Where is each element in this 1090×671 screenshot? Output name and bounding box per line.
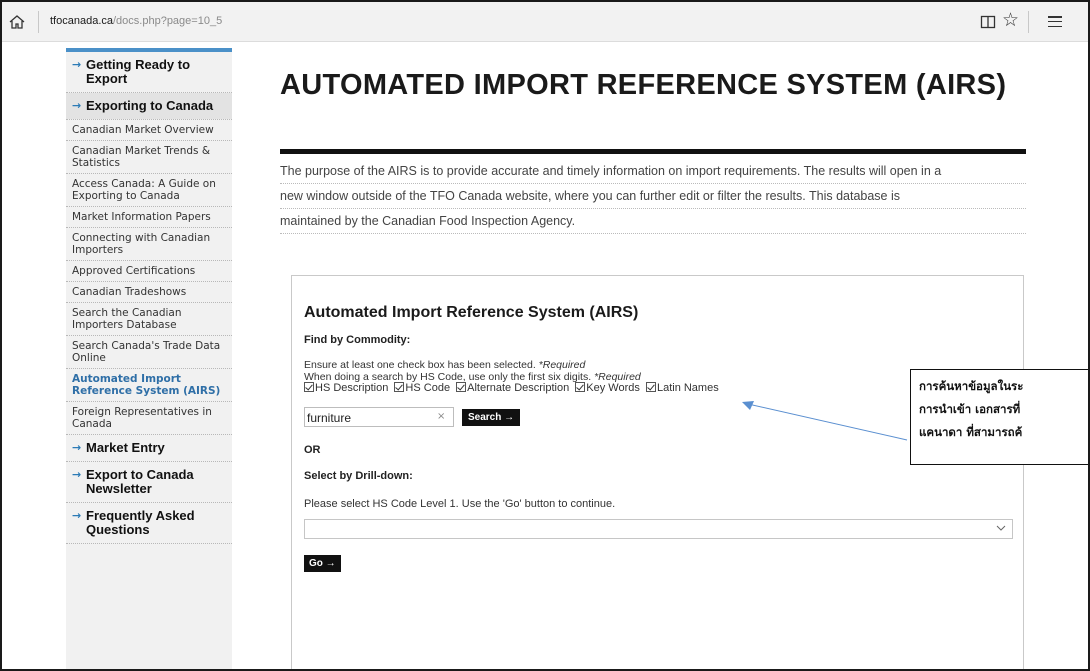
arrow-right-icon: → (72, 441, 82, 454)
drill-down-label: Select by Drill-down: (304, 470, 413, 482)
checkbox-label: Alternate Description (467, 382, 570, 394)
callout-line: การนำเข้า เอกสารที่ (919, 402, 1021, 416)
key-words-checkbox[interactable] (575, 382, 586, 392)
clear-input-icon[interactable]: × (437, 411, 445, 422)
sidebar-item-label: Access Canada: A Guide on Exporting to C… (72, 178, 216, 202)
sidebar-item[interactable]: Canadian Tradeshows (66, 282, 232, 303)
sidebar-item[interactable]: Search the Canadian Importers Database (66, 303, 232, 336)
arrow-right-icon: → (72, 468, 82, 481)
intro-text-line: new window outside of the TFO Canada web… (280, 186, 1026, 209)
hamburger-menu-icon[interactable] (1048, 16, 1062, 28)
sidebar-item[interactable]: Approved Certifications (66, 261, 232, 282)
sidebar-item[interactable]: → Getting Ready to Export (66, 52, 232, 93)
sidebar-item-label: Search Canada's Trade Data Online (72, 340, 221, 364)
sidebar-item-label: Canadian Market Trends & Statistics (72, 145, 211, 169)
search-fields-checkboxes: HS Description HS Code Alternate Descrip… (304, 382, 722, 394)
checkbox-label: HS Code (405, 382, 451, 394)
callout-line: การค้นหาข้อมูลในระ (919, 379, 1024, 393)
browser-toolbar: tfocanada.ca/docs.php?page=10_5 ☆ (2, 2, 1088, 42)
instruction-note: Ensure at least one check box has been s… (304, 359, 586, 371)
intro-text-line: maintained by the Canadian Food Inspecti… (280, 211, 1026, 234)
hs-description-checkbox[interactable] (304, 382, 314, 392)
page-title: AUTOMATED IMPORT REFERENCE SYSTEM (AIRS) (280, 69, 1007, 101)
arrow-right-icon: → (72, 509, 82, 522)
arrow-right-icon: → (72, 58, 82, 71)
address-bar[interactable]: tfocanada.ca/docs.php?page=10_5 (50, 15, 222, 27)
sidebar-list: → Getting Ready to Export → Exporting to Ca… (66, 52, 232, 544)
sidebar-item[interactable]: Access Canada: A Guide on Exporting to C… (66, 174, 232, 207)
sidebar-item-label: Market Entry (86, 440, 165, 455)
sidebar-item-label: Market Information Papers (72, 211, 211, 223)
hs-code-checkbox[interactable] (394, 382, 405, 392)
sidebar-item[interactable]: Connecting with Canadian Importers (66, 228, 232, 261)
find-by-commodity-label: Find by Commodity: (304, 334, 411, 346)
sidebar-item[interactable]: → Market Entry (66, 435, 232, 462)
sidebar-item-label: Frequently Asked Questions (86, 508, 195, 537)
checkbox-label: HS Description (315, 382, 389, 394)
url-path: /docs.php?page=10_5 (113, 15, 223, 27)
sidebar-item-label: Search the Canadian Importers Database (72, 307, 182, 331)
toolbar-divider (1028, 11, 1029, 33)
annotation-callout: การค้นหาข้อมูลในระ การนำเข้า เอกสารที่ แ… (910, 369, 1088, 465)
alternate-description-checkbox[interactable] (456, 382, 467, 392)
arrow-right-icon: → (72, 99, 82, 112)
url-host: tfocanada.ca (50, 15, 113, 27)
go-button[interactable]: Go → (304, 555, 341, 572)
title-divider (280, 149, 1026, 154)
checkbox-label: Key Words (586, 382, 640, 394)
sidebar-item-label: Canadian Tradeshows (72, 286, 187, 298)
sidebar-item[interactable]: Canadian Market Overview (66, 120, 232, 141)
intro-text-line: The purpose of the AIRS is to provide ac… (280, 161, 1026, 184)
callout-line: แคนาดา ที่สามารถค้ (919, 425, 1023, 439)
sidebar-item-label: Canadian Market Overview (72, 124, 214, 136)
sidebar-item-label: Foreign Representatives in Canada (72, 406, 212, 430)
hs-code-level-select[interactable] (304, 519, 1013, 539)
latin-names-checkbox[interactable] (645, 382, 656, 392)
screenshot-frame: tfocanada.ca/docs.php?page=10_5 ☆ → Getti… (0, 0, 1090, 671)
sidebar-item-label: Approved Certifications (72, 265, 196, 277)
reading-view-icon[interactable] (980, 14, 996, 30)
sidebar-item-label: Getting Ready to Export (86, 57, 191, 86)
sidebar-item-label: Automated Import Reference System (AIRS) (72, 373, 221, 397)
sidebar-item-label: Export to Canada Newsletter (86, 467, 194, 496)
sidebar-nav: → Getting Ready to Export → Exporting to Ca… (66, 48, 232, 669)
sidebar-item-label: Exporting to Canada (86, 98, 214, 113)
toolbar-divider (38, 11, 39, 33)
home-icon[interactable] (8, 13, 26, 31)
search-button[interactable]: Search → (462, 409, 521, 426)
sidebar-item-label: Connecting with Canadian Importers (72, 232, 211, 256)
sidebar-item[interactable]: Canadian Market Trends & Statistics (66, 141, 232, 174)
airs-search-panel: Automated Import Reference System (AIRS)… (291, 275, 1024, 669)
chevron-down-icon (996, 525, 1006, 531)
sidebar-item[interactable]: Search Canada's Trade Data Online (66, 336, 232, 369)
or-separator-label: OR (304, 444, 321, 456)
sidebar-item[interactable]: Automated Import Reference System (AIRS) (66, 369, 232, 402)
sidebar-item[interactable]: → Exporting to Canada (66, 93, 232, 120)
sidebar-item[interactable]: → Frequently Asked Questions (66, 503, 232, 544)
favorite-star-icon[interactable]: ☆ (1002, 9, 1019, 31)
sidebar-item[interactable]: Foreign Representatives in Canada (66, 402, 232, 435)
sidebar-item[interactable]: Market Information Papers (66, 207, 232, 228)
commodity-search-input[interactable] (304, 407, 454, 427)
form-title: Automated Import Reference System (AIRS) (304, 304, 639, 321)
sidebar-item[interactable]: → Export to Canada Newsletter (66, 462, 232, 503)
checkbox-label: Latin Names (656, 382, 719, 394)
drill-down-instruction: Please select HS Code Level 1. Use the '… (304, 498, 616, 510)
